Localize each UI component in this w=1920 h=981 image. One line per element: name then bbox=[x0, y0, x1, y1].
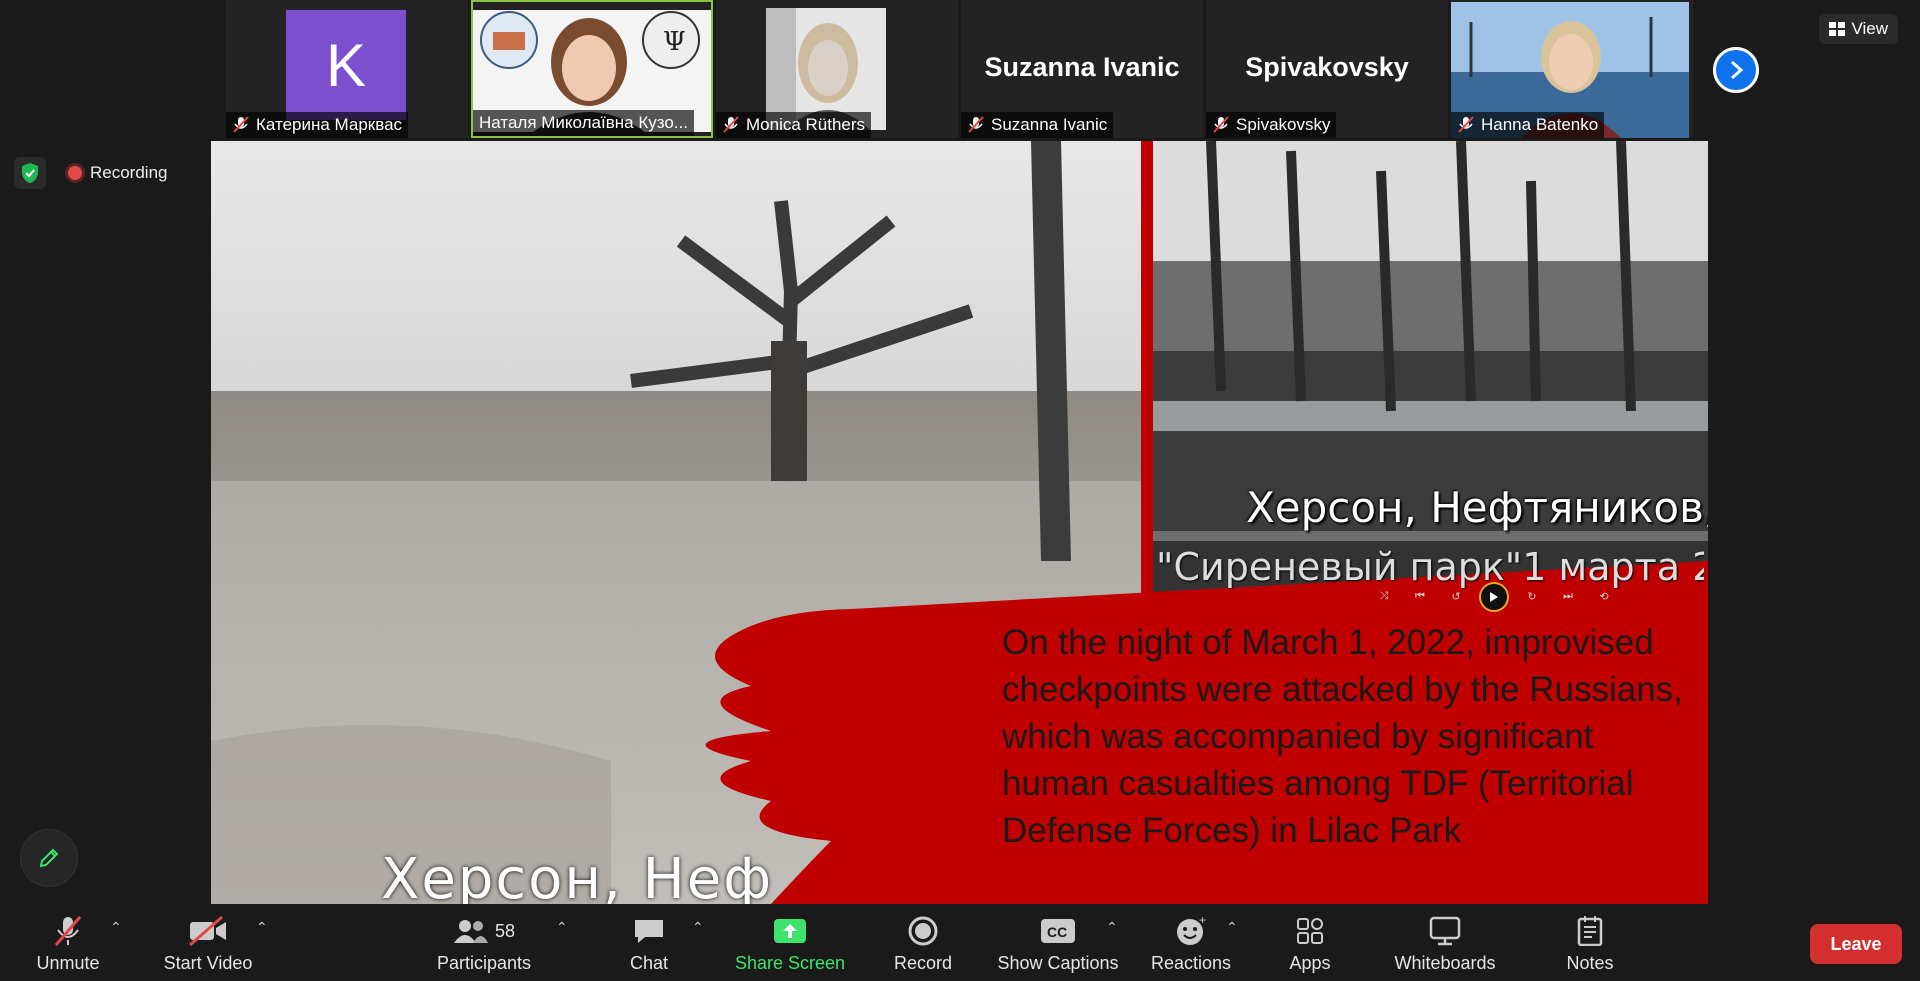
view-label: View bbox=[1851, 19, 1888, 38]
avatar: K bbox=[286, 10, 406, 120]
recording-indicator[interactable]: Recording bbox=[60, 157, 176, 189]
next-page-button[interactable] bbox=[1713, 47, 1759, 93]
participants-icon bbox=[453, 920, 488, 943]
participant-name-bar: Наталя Миколаївна Кузо... bbox=[473, 110, 694, 136]
unmute-label: Unmute bbox=[36, 953, 100, 973]
mic-muted-icon bbox=[233, 116, 249, 133]
participant-tile[interactable]: Spivakovsky Spivakovsky bbox=[1206, 0, 1448, 138]
record-icon bbox=[908, 916, 938, 946]
participant-name-bar: Suzanna Ivanic bbox=[961, 112, 1114, 138]
mic-muted-icon bbox=[1458, 116, 1474, 133]
shared-screen: Херсон, Нефтяников, "Сиреневый парк"1 ма… bbox=[211, 141, 1708, 904]
view-button[interactable]: View bbox=[1819, 14, 1898, 44]
next-icon: ⏭ bbox=[1563, 590, 1573, 602]
participants-button[interactable]: 58 Participants bbox=[432, 905, 536, 981]
notes-button[interactable]: Notes bbox=[1560, 905, 1620, 981]
participant-name: Катерина Марквас bbox=[256, 115, 403, 134]
apps-icon bbox=[1297, 918, 1323, 944]
participant-name-bar: Катерина Марквас bbox=[226, 112, 409, 138]
participant-name: Spivakovsky bbox=[1236, 115, 1331, 134]
apps-label: Apps bbox=[1289, 953, 1331, 973]
whiteboards-button[interactable]: Whiteboards bbox=[1384, 905, 1506, 981]
leave-button[interactable]: Leave bbox=[1810, 924, 1902, 964]
previous-icon: ⏮ bbox=[1415, 590, 1425, 602]
audio-options-caret[interactable]: ⌃ bbox=[110, 919, 122, 936]
video-controls: ⤨ ⏮ ↺ ↻ ⏭ ⟲ bbox=[1371, 582, 1617, 612]
chat-options-caret[interactable]: ⌃ bbox=[692, 919, 704, 936]
participant-name: Suzanna Ivanic bbox=[991, 115, 1108, 134]
chat-label: Chat bbox=[629, 953, 669, 973]
video-options-caret[interactable]: ⌃ bbox=[256, 919, 268, 936]
pencil-icon bbox=[39, 848, 59, 868]
svg-text:Ψ: Ψ bbox=[663, 27, 686, 57]
participant-display-name: Spivakovsky bbox=[1245, 52, 1409, 82]
reactions-options-caret[interactable]: ⌃ bbox=[1226, 919, 1238, 936]
show-captions-button[interactable]: CC Show Captions bbox=[993, 905, 1123, 981]
participant-name: Наталя Миколаївна Кузо... bbox=[479, 113, 688, 132]
participant-strip: K Катерина Марквас Ψ Наталя Миколаївна К… bbox=[226, 0, 1693, 140]
play-icon bbox=[1479, 582, 1509, 612]
participant-name-bar: Spivakovsky bbox=[1206, 112, 1337, 138]
record-button[interactable]: Record bbox=[883, 905, 963, 981]
shuffle-icon: ⤨ bbox=[1379, 590, 1389, 602]
participant-tile-active-speaker[interactable]: Ψ Наталя Миколаївна Кузо... bbox=[471, 0, 713, 138]
notes-label: Notes bbox=[1566, 953, 1614, 973]
whiteboards-label: Whiteboards bbox=[1394, 953, 1496, 973]
captions-icon: CC bbox=[1041, 919, 1075, 943]
participant-name-bar: Monica Rüthers bbox=[716, 112, 872, 138]
recording-dot-icon bbox=[68, 166, 82, 180]
participant-name: Hanna Batenko bbox=[1481, 115, 1599, 134]
svg-text:CC: CC bbox=[1047, 924, 1067, 940]
video-caption-bottom: Херсон, Неф bbox=[381, 847, 774, 904]
video-caption-line1: Херсон, Нефтяников, bbox=[1246, 483, 1708, 532]
chevron-right-icon bbox=[1731, 60, 1744, 80]
participant-name-bar: Hanna Batenko bbox=[1451, 112, 1605, 138]
participant-name: Monica Rüthers bbox=[746, 115, 866, 134]
meeting-toolbar: Unmute ⌃ Start Video ⌃ 58 Participants ⌃… bbox=[0, 905, 1920, 981]
mic-muted-icon bbox=[723, 116, 739, 133]
repeat-icon: ⟲ bbox=[1599, 591, 1609, 603]
record-label: Record bbox=[893, 953, 953, 973]
svg-text:+: + bbox=[1199, 915, 1206, 927]
participant-tile[interactable]: Monica Rüthers bbox=[716, 0, 958, 138]
captions-options-caret[interactable]: ⌃ bbox=[1106, 919, 1118, 936]
mic-muted-icon bbox=[968, 116, 984, 133]
start-video-button[interactable]: Start Video bbox=[158, 905, 258, 981]
share-screen-button[interactable]: Share Screen bbox=[730, 905, 850, 981]
participant-tile[interactable]: Suzanna Ivanic Suzanna Ivanic bbox=[961, 0, 1203, 138]
participants-options-caret[interactable]: ⌃ bbox=[556, 919, 568, 936]
video-off-icon bbox=[189, 916, 226, 946]
share-screen-label: Share Screen bbox=[734, 953, 846, 973]
participant-display-name: Suzanna Ivanic bbox=[984, 52, 1180, 82]
shield-check-icon bbox=[22, 163, 38, 183]
share-screen-icon bbox=[774, 919, 806, 943]
reactions-icon: + bbox=[1177, 915, 1206, 945]
participants-label: Participants bbox=[436, 953, 532, 973]
reactions-button[interactable]: + Reactions bbox=[1148, 905, 1234, 981]
recording-label: Recording bbox=[90, 163, 168, 182]
security-shield-button[interactable] bbox=[14, 157, 46, 189]
apps-button[interactable]: Apps bbox=[1280, 905, 1340, 981]
show-captions-label: Show Captions bbox=[997, 953, 1119, 973]
rewind-icon: ↺ bbox=[1451, 591, 1461, 603]
whiteboard-icon bbox=[1429, 916, 1461, 946]
slide-text: On the night of March 1, 2022, improvise… bbox=[1002, 623, 1683, 850]
chat-icon bbox=[635, 920, 663, 943]
participant-tile[interactable]: Hanna Batenko bbox=[1451, 0, 1693, 138]
grid-view-icon bbox=[1829, 22, 1846, 36]
unmute-button[interactable]: Unmute bbox=[28, 905, 108, 981]
participant-count: 58 bbox=[494, 920, 516, 941]
forward-icon: ↻ bbox=[1527, 591, 1537, 603]
annotate-button[interactable] bbox=[20, 829, 78, 887]
notes-icon bbox=[1577, 916, 1603, 946]
chat-button[interactable]: Chat bbox=[614, 905, 684, 981]
start-video-label: Start Video bbox=[163, 953, 253, 973]
mic-muted-icon bbox=[1213, 116, 1229, 133]
participant-tile[interactable]: K Катерина Марквас bbox=[226, 0, 468, 138]
mic-muted-icon bbox=[54, 916, 82, 946]
reactions-label: Reactions bbox=[1150, 953, 1232, 973]
